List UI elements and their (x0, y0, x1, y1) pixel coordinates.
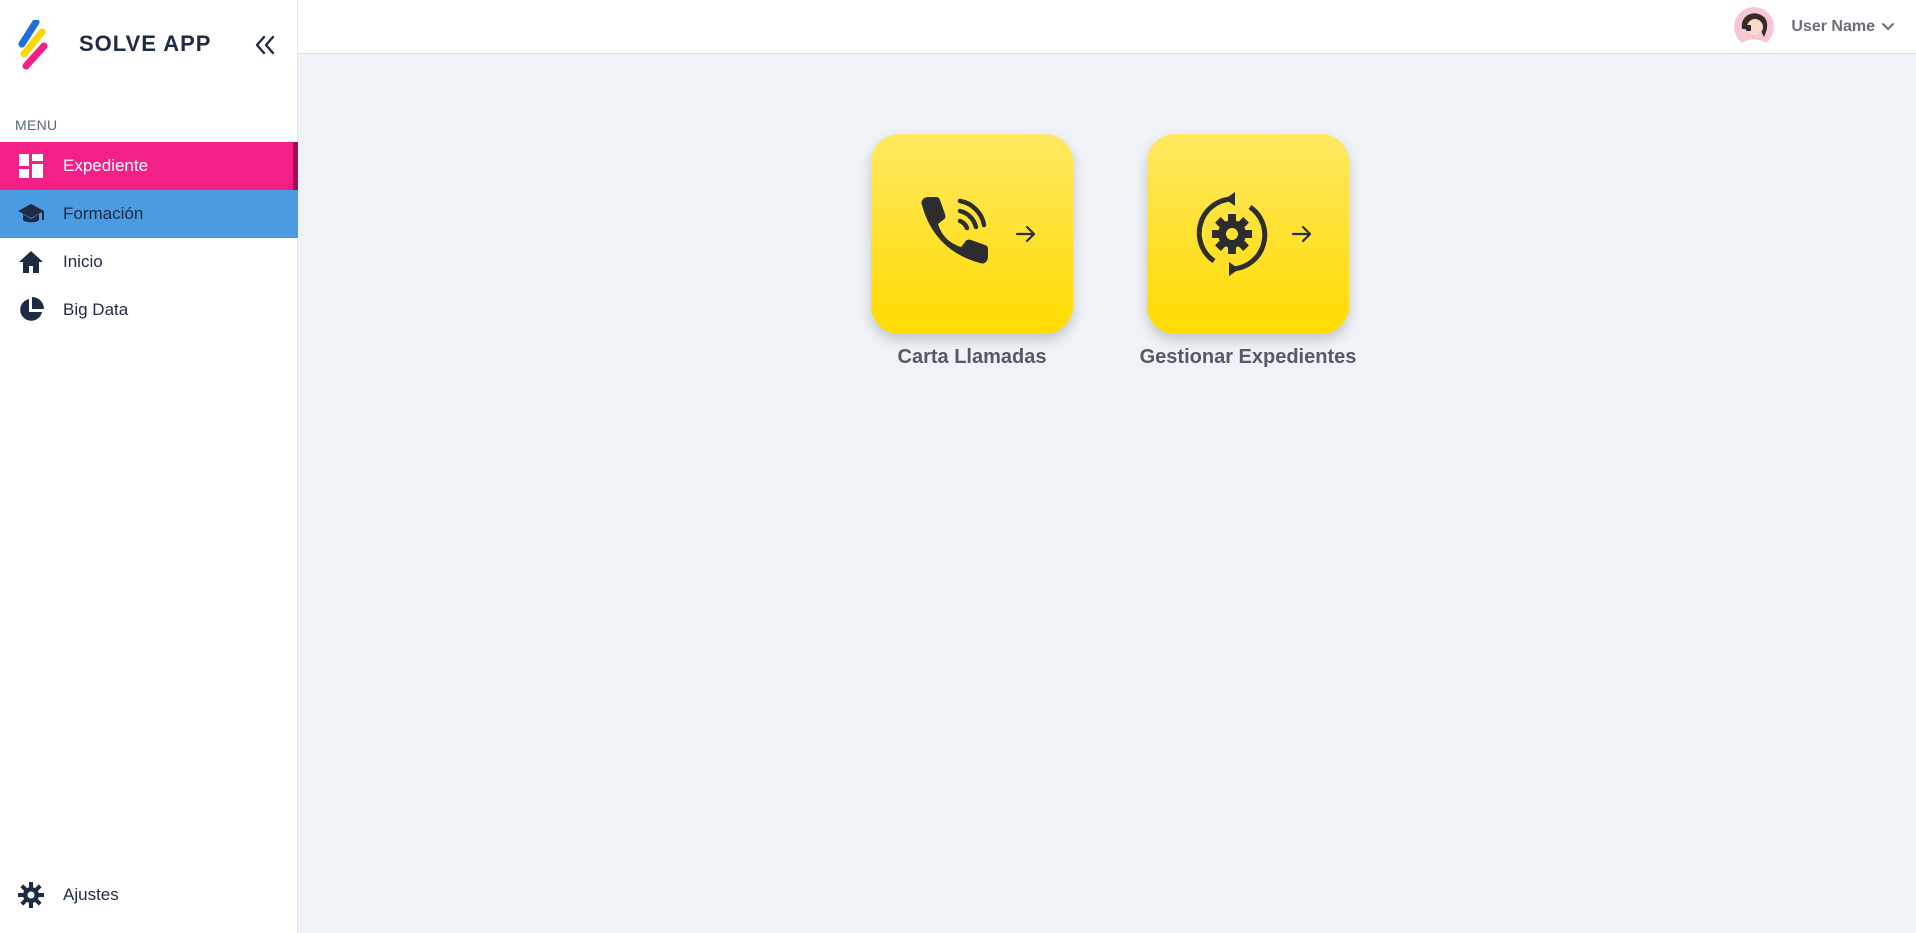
sidebar: SOLVE APP MENU Expediente Formación Inic… (0, 0, 298, 933)
sidebar-item-label: Inicio (63, 252, 103, 271)
sidebar-nav: Expediente Formación Inicio Big Data (0, 142, 298, 334)
arrow-right-icon (1015, 225, 1036, 243)
brand: SOLVE APP (0, 0, 298, 90)
graduation-cap-icon (17, 202, 45, 226)
sidebar-item-label: Big Data (63, 300, 129, 319)
sidebar-item-inicio[interactable]: Inicio (0, 238, 298, 286)
app-title: SOLVE APP (79, 31, 212, 56)
avatar (1734, 7, 1775, 47)
user-menu[interactable]: User Name (1734, 6, 1895, 48)
sidebar-item-label: Ajustes (63, 885, 119, 904)
card-carta-llamadas: Carta Llamadas (871, 134, 1073, 368)
carta-llamadas-label: Carta Llamadas (897, 346, 1047, 368)
sidebar-item-expediente[interactable]: Expediente (0, 142, 298, 190)
carta-llamadas-tile[interactable] (871, 134, 1073, 334)
topbar: User Name (298, 0, 1916, 54)
sidebar-item-ajustes[interactable]: Ajustes (0, 871, 298, 919)
home-icon (17, 250, 45, 274)
app-logo (18, 20, 48, 70)
gestionar-expedientes-tile[interactable] (1147, 134, 1349, 334)
sidebar-item-formacion[interactable]: Formación (0, 190, 298, 238)
card-gestionar-expedientes: Gestionar Expedientes (1140, 134, 1356, 368)
dashboard-icon (17, 154, 45, 178)
collapse-sidebar-button[interactable] (250, 31, 280, 59)
gestionar-expedientes-label: Gestionar Expedientes (1139, 346, 1357, 368)
gear-sync-icon (1196, 192, 1268, 276)
pie-chart-icon (17, 297, 45, 322)
sidebar-item-big-data[interactable]: Big Data (0, 286, 298, 334)
gear-icon (17, 882, 45, 908)
chevron-down-icon (1882, 23, 1894, 31)
sidebar-item-label: Expediente (63, 156, 149, 175)
sidebar-item-label: Formación (63, 204, 144, 223)
menu-section-label: MENU (15, 117, 58, 133)
arrow-right-icon (1291, 225, 1312, 243)
phone-ringing-icon (921, 197, 988, 264)
user-name: User Name (1791, 18, 1875, 35)
double-chevron-left-icon (255, 35, 275, 55)
